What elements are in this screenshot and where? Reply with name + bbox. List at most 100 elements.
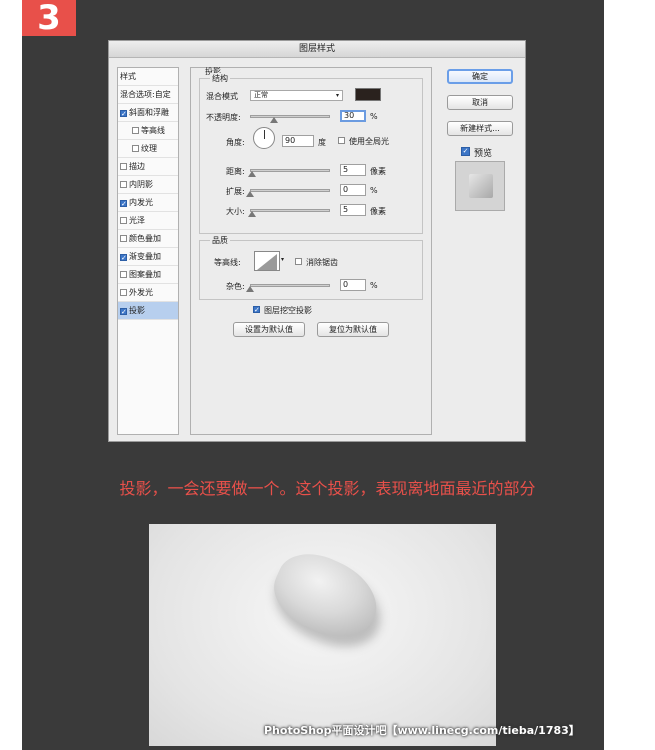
style-list-item-label: 描边 xyxy=(129,162,145,171)
style-list-item[interactable]: ✓ 内发光 xyxy=(118,194,178,212)
style-list-item-label: 图案叠加 xyxy=(129,270,161,279)
spread-slider-track[interactable] xyxy=(250,189,330,192)
size-unit: 像素 xyxy=(370,207,386,216)
opacity-input[interactable]: 30 xyxy=(340,110,366,122)
style-list-checkbox[interactable]: ✓ xyxy=(120,110,127,118)
quality-legend: 品质 xyxy=(210,235,230,246)
style-list-checkbox[interactable] xyxy=(120,181,127,188)
size-slider-handle[interactable] xyxy=(247,211,256,217)
structure-group: 结构 混合模式 正常 ▾ 不透明度: 30 % 角度: 90 度 使用全局光 距… xyxy=(199,73,423,234)
chevron-down-icon[interactable]: ▾ xyxy=(281,256,284,263)
anti-alias-label: 消除锯齿 xyxy=(306,258,338,267)
style-list-checkbox[interactable] xyxy=(120,235,127,242)
style-list-checkbox[interactable] xyxy=(120,163,127,170)
opacity-unit: % xyxy=(370,112,378,121)
style-list-item[interactable]: ✓ 渐变叠加 xyxy=(118,248,178,266)
distance-slider-track[interactable] xyxy=(250,169,330,172)
style-list-item-label: 等高线 xyxy=(141,126,165,135)
opacity-slider-track[interactable] xyxy=(250,115,330,118)
layer-knockout-label: 图层挖空投影 xyxy=(264,306,312,315)
style-list-item-label: 渐变叠加 xyxy=(129,252,161,261)
style-list-item-label: 纹理 xyxy=(141,144,157,153)
spread-label: 扩展: xyxy=(226,187,245,196)
style-list-item-label: 斜面和浮雕 xyxy=(129,108,169,117)
blend-mode-value: 正常 xyxy=(254,91,268,99)
blend-mode-label: 混合模式 xyxy=(206,92,238,101)
noise-slider-track[interactable] xyxy=(250,284,330,287)
ok-button[interactable]: 确定 xyxy=(447,69,513,84)
opacity-slider-handle[interactable] xyxy=(270,117,278,123)
style-list-item[interactable]: 光泽 xyxy=(118,212,178,230)
contour-label: 等高线: xyxy=(214,258,241,267)
spread-slider-handle[interactable] xyxy=(246,191,254,197)
contour-curve-icon xyxy=(257,254,277,270)
style-list-item-label: 内阴影 xyxy=(129,180,153,189)
style-list-item[interactable]: 外发光 xyxy=(118,284,178,302)
style-list-item-label: 外发光 xyxy=(129,288,153,297)
size-input[interactable]: 5 xyxy=(340,204,366,216)
distance-input[interactable]: 5 xyxy=(340,164,366,176)
noise-slider-handle[interactable] xyxy=(246,286,254,292)
dialog-title: 图层样式 xyxy=(109,41,525,58)
preview-checkbox[interactable]: ✓ xyxy=(461,147,470,156)
cancel-button[interactable]: 取消 xyxy=(447,95,513,110)
set-default-button[interactable]: 设置为默认值 xyxy=(233,322,305,337)
size-label: 大小: xyxy=(226,207,245,216)
new-style-button[interactable]: 新建样式... xyxy=(447,121,513,136)
use-global-light-checkbox[interactable] xyxy=(338,137,345,144)
style-preview-thumbnail xyxy=(455,161,505,211)
drop-shadow-panel: 投影 结构 混合模式 正常 ▾ 不透明度: 30 % 角度: 90 度 使用全局… xyxy=(190,67,432,435)
style-list-item[interactable]: ✓ 投影 xyxy=(118,302,178,320)
blend-mode-select[interactable]: 正常 ▾ xyxy=(250,90,343,101)
style-list-checkbox[interactable]: ✓ xyxy=(120,308,127,316)
style-list-item-label: 投影 xyxy=(129,306,145,315)
noise-unit: % xyxy=(370,281,378,290)
style-list-item-label: 混合选项:自定 xyxy=(120,90,171,99)
style-list-item[interactable]: 混合选项:自定 xyxy=(118,86,178,104)
style-list-item[interactable]: 样式 xyxy=(118,68,178,86)
style-list-item-label: 颜色叠加 xyxy=(129,234,161,243)
style-list-item-label: 光泽 xyxy=(129,216,145,225)
spread-input[interactable]: 0 xyxy=(340,184,366,196)
spread-unit: % xyxy=(370,186,378,195)
style-list-item[interactable]: 纹理 xyxy=(118,140,178,158)
style-list-item[interactable]: 等高线 xyxy=(118,122,178,140)
contour-picker[interactable] xyxy=(254,251,280,271)
result-preview-image xyxy=(149,524,496,746)
style-list-item[interactable]: 内阴影 xyxy=(118,176,178,194)
style-list-item[interactable]: ✓ 斜面和浮雕 xyxy=(118,104,178,122)
style-list-checkbox[interactable] xyxy=(120,271,127,278)
chevron-down-icon: ▾ xyxy=(335,92,339,99)
distance-unit: 像素 xyxy=(370,167,386,176)
angle-unit: 度 xyxy=(318,138,326,147)
distance-label: 距离: xyxy=(226,167,245,176)
style-list-item[interactable]: 图案叠加 xyxy=(118,266,178,284)
layer-style-dialog: 图层样式 样式 混合选项:自定 ✓ 斜面和浮雕 等高线 纹理 描边 内阴影 ✓ 内发光 光泽 颜色叠加… xyxy=(108,40,526,442)
style-list-checkbox[interactable] xyxy=(120,289,127,296)
style-list: 样式 混合选项:自定 ✓ 斜面和浮雕 等高线 纹理 描边 内阴影 ✓ 内发光 光泽 颜色叠加 ✓ 渐变叠加… xyxy=(117,67,179,435)
style-list-item-label: 样式 xyxy=(120,72,136,81)
anti-alias-checkbox[interactable] xyxy=(295,258,302,265)
style-list-item[interactable]: 描边 xyxy=(118,158,178,176)
style-list-checkbox[interactable]: ✓ xyxy=(120,254,127,262)
style-list-checkbox[interactable] xyxy=(120,217,127,224)
tutorial-caption: 投影，一会还要做一个。这个投影，表现离地面最近的部分 xyxy=(119,479,536,498)
style-list-checkbox[interactable] xyxy=(132,145,139,152)
style-list-checkbox[interactable]: ✓ xyxy=(120,200,127,208)
use-global-light-label: 使用全局光 xyxy=(349,137,389,146)
structure-legend: 结构 xyxy=(210,73,230,84)
angle-dial-hand xyxy=(264,130,265,139)
angle-dial[interactable] xyxy=(253,127,275,149)
opacity-label: 不透明度: xyxy=(206,113,241,122)
angle-input[interactable]: 90 xyxy=(282,135,314,147)
layer-knockout-checkbox[interactable]: ✓ xyxy=(253,306,260,314)
shadow-color-swatch[interactable] xyxy=(355,88,381,101)
style-list-checkbox[interactable] xyxy=(132,127,139,134)
size-slider-track[interactable] xyxy=(250,209,330,212)
reset-default-button[interactable]: 复位为默认值 xyxy=(317,322,389,337)
preview-label: 预览 xyxy=(474,149,493,159)
distance-slider-handle[interactable] xyxy=(247,171,256,177)
watermark-text: PhotoShop平面设计吧【www.linecg.com/tieba/1783… xyxy=(264,724,580,737)
style-list-item[interactable]: 颜色叠加 xyxy=(118,230,178,248)
noise-input[interactable]: 0 xyxy=(340,279,366,291)
